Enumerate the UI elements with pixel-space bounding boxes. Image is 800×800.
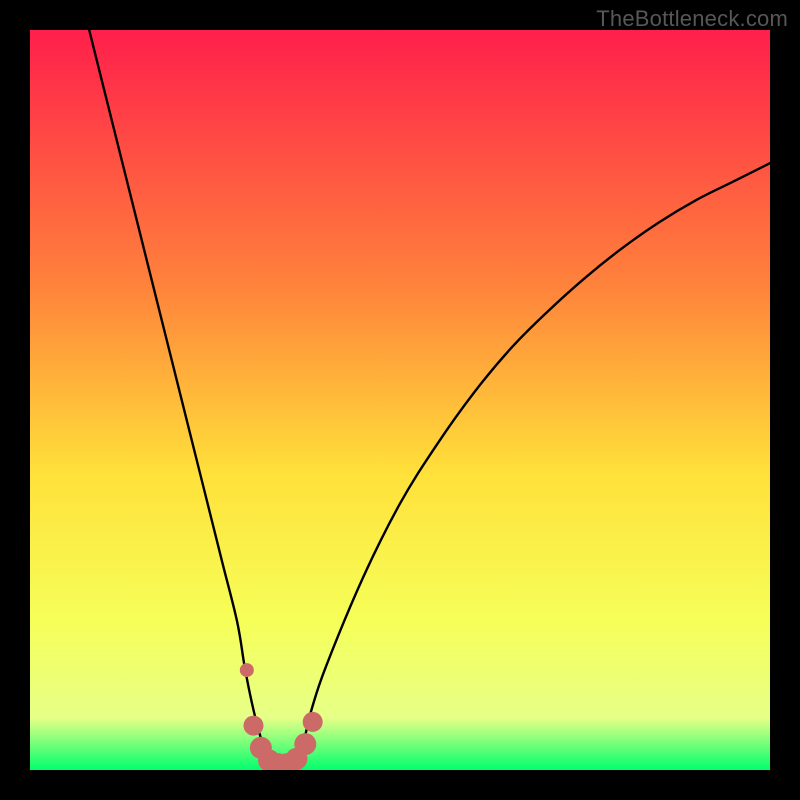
curve-marker (294, 733, 316, 755)
curve-marker (240, 663, 254, 677)
bottleneck-chart (30, 30, 770, 770)
gradient-background (30, 30, 770, 770)
chart-frame: TheBottleneck.com (0, 0, 800, 800)
curve-marker (303, 712, 323, 732)
curve-marker (243, 716, 263, 736)
watermark-text: TheBottleneck.com (596, 6, 788, 32)
